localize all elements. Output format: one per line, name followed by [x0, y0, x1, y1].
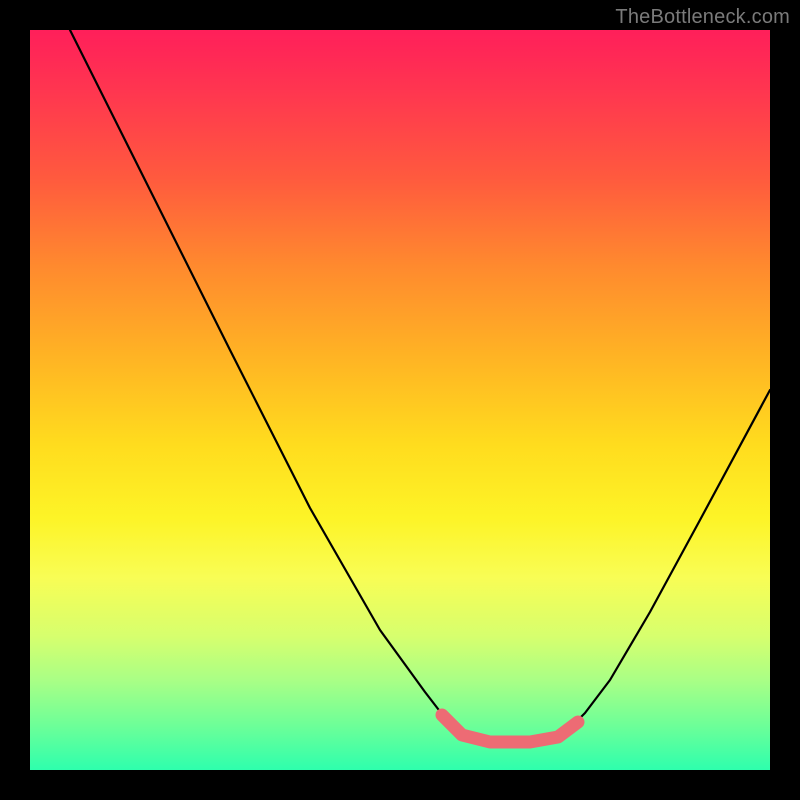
watermark-text: TheBottleneck.com [615, 6, 790, 29]
highlight-segment [442, 715, 578, 742]
bottleneck-curve [70, 30, 770, 742]
curve-svg [30, 30, 770, 770]
chart-frame: TheBottleneck.com [0, 0, 800, 800]
plot-area [30, 30, 770, 770]
